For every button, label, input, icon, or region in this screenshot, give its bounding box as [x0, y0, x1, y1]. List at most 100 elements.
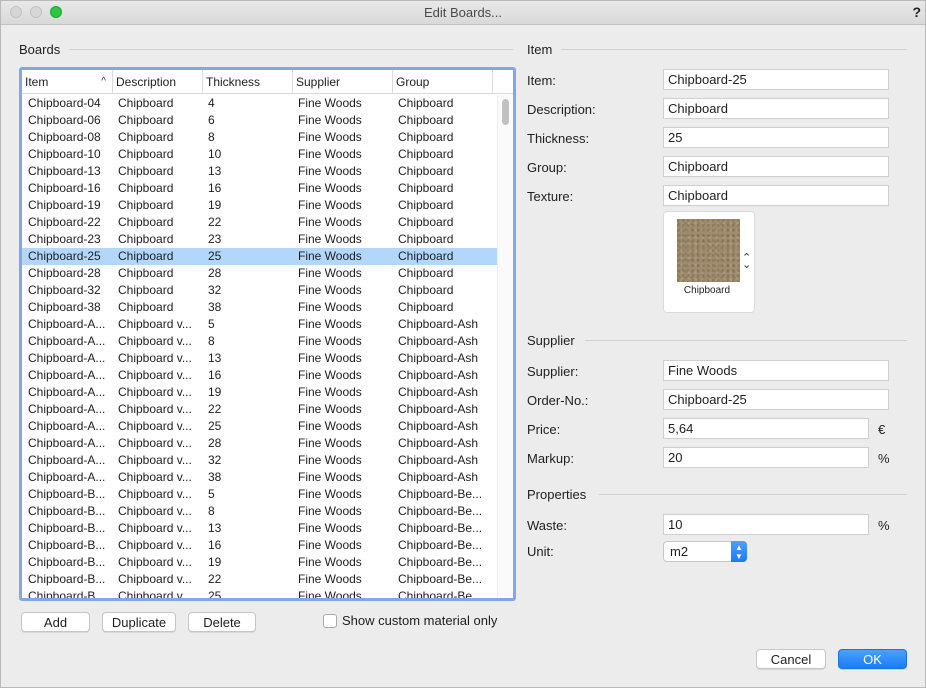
unit-select[interactable]: m2 ▲ ▼ — [663, 541, 747, 562]
cell-supplier: Fine Woods — [298, 96, 362, 110]
markup-field[interactable] — [663, 447, 869, 468]
cell-item: Chipboard-A... — [28, 419, 106, 433]
column-header-thickness[interactable]: Thickness — [203, 70, 293, 94]
cell-group: Chipboard-Ash — [398, 385, 479, 399]
cell-thickness: 5 — [208, 317, 215, 331]
column-header-description[interactable]: Description — [113, 70, 203, 94]
table-row[interactable]: Chipboard-16 Chipboard 16 Fine Woods Chipboa… — [22, 180, 498, 197]
table-row[interactable]: Chipboard-22 Chipboard 22 Fine Woods Chipboa… — [22, 214, 498, 231]
cell-description: Chipboard — [118, 198, 174, 212]
cell-description: Chipboard — [118, 232, 174, 246]
price-field[interactable] — [663, 418, 869, 439]
cell-description: Chipboard v... — [118, 470, 192, 484]
table-row[interactable]: Chipboard-B... Chipboard v... 5 Fine Woods C… — [22, 486, 498, 503]
description-field[interactable] — [663, 98, 889, 119]
cell-item: Chipboard-13 — [28, 164, 101, 178]
show-custom-checkbox[interactable] — [323, 614, 337, 628]
cell-supplier: Fine Woods — [298, 419, 362, 433]
cell-description: Chipboard v... — [118, 555, 192, 569]
table-row[interactable]: Chipboard-B... Chipboard v... 13 Fine Woods… — [22, 520, 498, 537]
group-field[interactable] — [663, 156, 889, 177]
cell-description: Chipboard v... — [118, 436, 192, 450]
table-row[interactable]: Chipboard-A... Chipboard v... 13 Fine Woods… — [22, 350, 498, 367]
cancel-button[interactable]: Cancel — [756, 649, 826, 669]
texture-picker[interactable]: ⌃ ⌄ Chipboard — [663, 211, 755, 313]
cell-supplier: Fine Woods — [298, 521, 362, 535]
table-row[interactable]: Chipboard-08 Chipboard 8 Fine Woods Chipboar… — [22, 129, 498, 146]
table-body: Chipboard-04 Chipboard 4 Fine Woods Chipboar… — [22, 95, 498, 601]
description-label: Description: — [527, 102, 596, 117]
duplicate-button[interactable]: Duplicate — [102, 612, 176, 632]
table-row[interactable]: Chipboard-A... Chipboard v... 25 Fine Woods… — [22, 418, 498, 435]
table-row[interactable]: Chipboard-A... Chipboard v... 5 Fine Woods C… — [22, 316, 498, 333]
table-row[interactable]: Chipboard-38 Chipboard 38 Fine Woods Chipboa… — [22, 299, 498, 316]
table-row[interactable]: Chipboard-28 Chipboard 28 Fine Woods Chipboa… — [22, 265, 498, 282]
table-row[interactable]: Chipboard-B... Chipboard v... 8 Fine Woods C… — [22, 503, 498, 520]
table-row[interactable]: Chipboard-04 Chipboard 4 Fine Woods Chipboar… — [22, 95, 498, 112]
column-header-supplier[interactable]: Supplier — [293, 70, 393, 94]
boards-table[interactable]: Item ^ Description Thickness Supplier Gr… — [19, 67, 516, 601]
table-row[interactable]: Chipboard-A... Chipboard v... 38 Fine Woods… — [22, 469, 498, 486]
ok-button[interactable]: OK — [838, 649, 907, 669]
texture-caption: Chipboard — [683, 285, 731, 296]
cell-group: Chipboard — [398, 113, 454, 127]
boards-section-title: Boards — [19, 42, 61, 57]
item-field[interactable] — [663, 69, 889, 90]
table-row[interactable]: Chipboard-23 Chipboard 23 Fine Woods Chipboa… — [22, 231, 498, 248]
cell-group: Chipboard-Ash — [398, 402, 479, 416]
table-row[interactable]: Chipboard-B... Chipboard v... 16 Fine Woods… — [22, 537, 498, 554]
cell-description: Chipboard — [118, 249, 174, 263]
cell-supplier: Fine Woods — [298, 147, 362, 161]
table-row[interactable]: Chipboard-25 Chipboard 25 Fine Woods Chipboa… — [22, 248, 498, 265]
cell-group: Chipboard — [398, 198, 454, 212]
table-row[interactable]: Chipboard-19 Chipboard 19 Fine Woods Chipboa… — [22, 197, 498, 214]
table-row[interactable]: Chipboard-A... Chipboard v... 8 Fine Woods C… — [22, 333, 498, 350]
waste-percent: % — [878, 518, 890, 533]
cell-item: Chipboard-38 — [28, 300, 101, 314]
order-no-field[interactable] — [663, 389, 889, 410]
table-row[interactable]: Chipboard-A... Chipboard v... 19 Fine Woods… — [22, 384, 498, 401]
table-row[interactable]: Chipboard-A... Chipboard v... 32 Fine Woods… — [22, 452, 498, 469]
cell-supplier: Fine Woods — [298, 385, 362, 399]
table-row[interactable]: Chipboard-B... Chipboard v... 19 Fine Woods… — [22, 554, 498, 571]
scrollbar-thumb[interactable] — [502, 99, 509, 125]
cell-thickness: 22 — [208, 215, 222, 229]
table-row[interactable]: Chipboard-B... Chipboard v... 25 Fine Woods… — [22, 588, 498, 601]
cell-group: Chipboard-Ash — [398, 470, 479, 484]
help-icon[interactable]: ? — [912, 4, 921, 20]
table-row[interactable]: Chipboard-32 Chipboard 32 Fine Woods Chipboa… — [22, 282, 498, 299]
table-row[interactable]: Chipboard-13 Chipboard 13 Fine Woods Chipboa… — [22, 163, 498, 180]
cell-thickness: 10 — [208, 147, 222, 161]
waste-field[interactable] — [663, 514, 869, 535]
table-row[interactable]: Chipboard-A... Chipboard v... 28 Fine Woods… — [22, 435, 498, 452]
supplier-label: Supplier: — [527, 364, 579, 379]
cell-description: Chipboard — [118, 130, 174, 144]
table-row[interactable]: Chipboard-A... Chipboard v... 22 Fine Woods… — [22, 401, 498, 418]
cell-supplier: Fine Woods — [298, 232, 362, 246]
markup-percent: % — [878, 451, 890, 466]
chevron-up-down-icon[interactable]: ⌃ ⌄ — [742, 253, 751, 271]
texture-field[interactable] — [663, 185, 889, 206]
cell-group: Chipboard — [398, 266, 454, 280]
table-row[interactable]: Chipboard-B... Chipboard v... 22 Fine Woods… — [22, 571, 498, 588]
group-label: Group: — [527, 160, 567, 175]
cell-description: Chipboard — [118, 283, 174, 297]
thickness-field[interactable] — [663, 127, 889, 148]
supplier-field[interactable] — [663, 360, 889, 381]
table-row[interactable]: Chipboard-A... Chipboard v... 16 Fine Woods… — [22, 367, 498, 384]
cell-thickness: 32 — [208, 453, 222, 467]
column-header-item[interactable]: Item ^ — [22, 70, 113, 94]
table-row[interactable]: Chipboard-06 Chipboard 6 Fine Woods Chipboar… — [22, 112, 498, 129]
cell-supplier: Fine Woods — [298, 470, 362, 484]
cell-thickness: 16 — [208, 538, 222, 552]
add-button[interactable]: Add — [21, 612, 90, 632]
cell-description: Chipboard v... — [118, 589, 192, 601]
cell-group: Chipboard-Be... — [398, 504, 483, 518]
table-row[interactable]: Chipboard-10 Chipboard 10 Fine Woods Chipboa… — [22, 146, 498, 163]
cell-group: Chipboard — [398, 181, 454, 195]
table-scrollbar[interactable] — [497, 95, 513, 598]
column-header-group[interactable]: Group — [393, 70, 493, 94]
unit-label: Unit: — [527, 544, 554, 559]
chevron-up-down-icon: ▲ ▼ — [731, 541, 747, 562]
delete-button[interactable]: Delete — [188, 612, 256, 632]
